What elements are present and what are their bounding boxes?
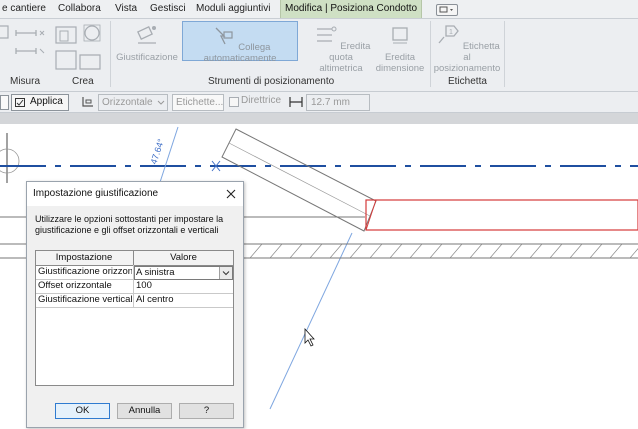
apply-label: Applica <box>30 96 63 107</box>
measure-tools-icon <box>0 24 101 70</box>
ribbon-separator <box>504 21 505 87</box>
leader-length-icon <box>289 97 303 107</box>
panel-label-positioning-tools: Strumenti di posizionamento <box>208 76 335 87</box>
auto-connect-icon <box>215 27 233 45</box>
tab-site[interactable]: e cantiere <box>2 0 46 18</box>
justification-button[interactable]: Giustificazione <box>114 23 180 63</box>
chevron-down-icon <box>222 271 230 276</box>
tab-view[interactable]: Vista <box>115 0 137 18</box>
table-row[interactable]: Giustificazione verticale Al centro <box>36 294 233 308</box>
angle-label: 47.64° <box>149 137 167 165</box>
header-value: Valore <box>170 252 197 263</box>
row-value: A sinistra <box>136 267 175 278</box>
tab-overflow-button[interactable] <box>436 4 458 16</box>
row-setting: Giustificazione orizzontale <box>38 266 132 277</box>
tag-icon: 1 <box>438 25 460 44</box>
tab-modify-place-duct[interactable]: Modifica | Posiziona Condotto <box>280 0 423 18</box>
leader-length-field[interactable]: 12.7 mm <box>306 94 370 111</box>
tag-on-placement-button[interactable]: 1 Etichetta al posizionamento <box>432 23 502 74</box>
inherit-elevation-button[interactable]: Eredita quota altimetrica <box>308 23 374 74</box>
justification-label: Giustificazione <box>116 52 178 63</box>
dialog-description: Utilizzare le opzioni sottostanti per im… <box>35 214 224 235</box>
auto-connect-button[interactable]: Collega automaticamente <box>182 21 298 64</box>
settings-table: Impostazione Valore Giustificazione oriz… <box>35 250 234 386</box>
table-row[interactable]: Giustificazione orizzontale A sinistra <box>36 266 233 280</box>
svg-text:1: 1 <box>449 29 453 36</box>
orientation-select[interactable]: Orizzontale <box>98 94 168 111</box>
ribbon-separator <box>430 21 431 87</box>
leader-checkbox[interactable] <box>229 97 239 107</box>
help-button[interactable]: ? <box>179 403 234 419</box>
justification-dialog: Impostazione giustificazione Utilizzare … <box>26 181 244 428</box>
dialog-title: Impostazione giustificazione <box>33 188 159 199</box>
row-setting: Offset orizzontale <box>38 280 112 291</box>
close-icon[interactable] <box>226 189 236 199</box>
chevron-down-icon <box>157 100 165 105</box>
row-value[interactable]: 100 <box>136 280 230 292</box>
ribbon-separator <box>110 21 111 87</box>
horizontal-justification-select[interactable]: A sinistra <box>134 266 233 280</box>
ribbon: Misura Crea Giustificazione Collega auto… <box>0 19 638 92</box>
leader-length-value: 12.7 mm <box>311 97 350 108</box>
header-setting: Impostazione <box>55 252 113 263</box>
leader-label: Direttrice <box>241 95 282 106</box>
panel-label-tag: Etichetta <box>448 76 487 87</box>
tag-orientation-icon <box>82 97 93 107</box>
options-bar: Applica Orizzontale Etichette... Direttr… <box>0 92 638 113</box>
properties-toggle[interactable] <box>0 95 9 110</box>
justification-icon <box>137 25 156 44</box>
row-value[interactable]: Al centro <box>136 294 230 306</box>
tab-addins[interactable]: Moduli aggiuntivi <box>196 0 271 18</box>
inherit-size-label: Eredita dimensione <box>375 52 425 74</box>
apply-button[interactable]: Applica <box>11 94 69 111</box>
tag-type-field[interactable]: Etichette... <box>172 94 224 111</box>
apply-icon <box>15 98 25 107</box>
ok-button[interactable]: OK <box>55 403 110 419</box>
row-setting: Giustificazione verticale <box>38 294 132 305</box>
dropdown-button[interactable] <box>219 267 232 279</box>
orientation-value: Orizzontale <box>102 97 153 108</box>
inherit-elevation-icon <box>316 26 337 42</box>
tab-collaborate[interactable]: Collabora <box>58 0 101 18</box>
ribbon-tab-bar: e cantiere Collabora Vista Gestisci Modu… <box>0 0 638 19</box>
toggle-icon <box>439 6 453 13</box>
inherit-size-button[interactable]: Eredita dimensione <box>372 23 428 74</box>
tag-type-placeholder: Etichette... <box>176 97 224 108</box>
panel-label-create: Crea <box>72 76 94 87</box>
dialog-title-bar: Impostazione giustificazione <box>27 182 243 206</box>
table-row[interactable]: Offset orizzontale 100 <box>36 280 233 294</box>
tab-manage[interactable]: Gestisci <box>150 0 186 18</box>
panel-label-measure: Misura <box>10 76 41 87</box>
table-header: Impostazione Valore <box>36 251 233 266</box>
cancel-button[interactable]: Annulla <box>117 403 172 419</box>
inherit-size-icon <box>392 27 408 44</box>
